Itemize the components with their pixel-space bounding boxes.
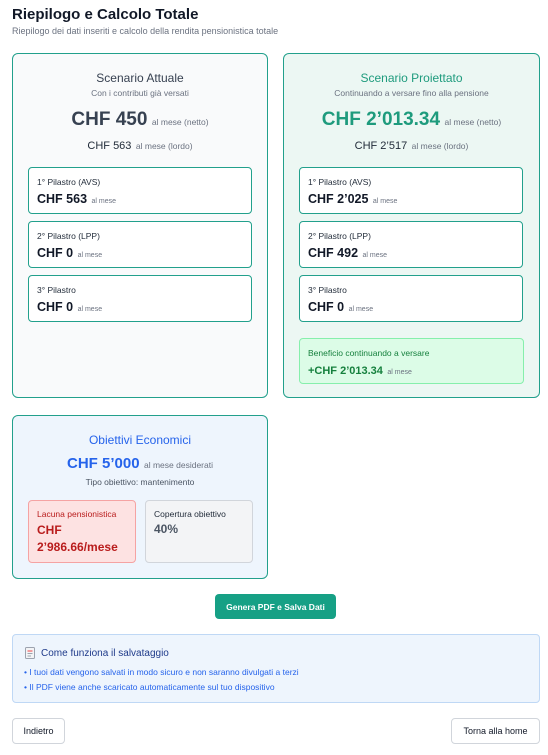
benefit-box: Beneficio continuando a versare +CHF 2’0…	[299, 338, 524, 384]
current-net-amount: CHF 450	[71, 109, 148, 130]
home-button[interactable]: Torna alla home	[451, 718, 540, 744]
pillar-unit: al mese	[77, 306, 103, 313]
save-info-line: • Il PDF viene anche scaricato automatic…	[24, 682, 275, 692]
pillar-unit: al mese	[77, 252, 103, 259]
projected-net-amount: CHF 2’013.34	[321, 109, 441, 130]
save-info-box: Come funziona il salvataggio • I tuoi da…	[12, 634, 540, 703]
current-scenario-title: Scenario Attuale	[96, 71, 184, 85]
pillar-amount: CHF 0	[37, 246, 74, 260]
economic-goals-card: Obiettivi Economici CHF 5’000 al mese de…	[12, 415, 268, 579]
pension-gap-box: Lacuna pensionistica CHF 2’986.66/mese	[28, 500, 136, 563]
pillar-unit: al mese	[372, 198, 398, 205]
current-gross-row: CHF 563 al mese (lordo)	[13, 136, 267, 154]
current-net-row: CHF 450 al mese (netto)	[13, 109, 267, 131]
benefit-amount: +CHF 2’013.34	[308, 365, 383, 377]
current-scenario-subtitle: Con i contributi già versati	[91, 88, 189, 98]
pillar-amount: CHF 492	[308, 246, 359, 260]
coverage-box: Copertura obiettivo 40%	[145, 500, 253, 563]
save-info-line: • I tuoi dati vengono salvati in modo si…	[24, 667, 299, 677]
pillar-label: 1° Pilastro (AVS)	[308, 177, 372, 187]
projected-net-row: CHF 2’013.34 al mese (netto)	[284, 109, 539, 131]
page-title: Riepilogo e Calcolo Totale	[12, 6, 199, 23]
pillar-label: 3° Pilastro	[308, 285, 347, 295]
projected-gross-amount: CHF 2’517	[354, 140, 408, 152]
current-gross-unit: al mese (lordo)	[135, 141, 193, 151]
pillar-label: 1° Pilastro (AVS)	[37, 177, 101, 187]
goals-amount-row: CHF 5’000 al mese desiderati	[13, 455, 267, 473]
pillar-unit: al mese	[362, 252, 387, 259]
projected-pillar-2: 2° Pilastro (LPP) CHF 492 al mese	[299, 221, 523, 268]
current-pillar-2: 2° Pilastro (LPP) CHF 0 al mese	[28, 221, 252, 268]
page-subtitle: Riepilogo dei dati inseriti e calcolo de…	[12, 26, 279, 36]
coverage-value: 40%	[154, 522, 179, 536]
pillar-unit: al mese	[348, 306, 374, 313]
goal-type: Tipo obiettivo: mantenimento	[85, 477, 195, 487]
projected-gross-unit: al mese (lordo)	[411, 141, 469, 151]
pillar-label: 2° Pilastro (LPP)	[308, 231, 371, 241]
coverage-label: Copertura obiettivo	[154, 509, 226, 519]
pillar-unit: al mese	[91, 198, 116, 205]
benefit-unit: al mese	[387, 369, 412, 376]
current-pillar-3: 3° Pilastro CHF 0 al mese	[28, 275, 252, 322]
goals-unit: al mese desiderati	[144, 460, 213, 470]
back-button[interactable]: Indietro	[12, 718, 65, 744]
goals-amount: CHF 5’000	[67, 455, 140, 472]
projected-gross-row: CHF 2’517 al mese (lordo)	[284, 136, 539, 154]
pillar-amount: CHF 563	[37, 192, 88, 206]
pension-gap-value: CHF 2’986.66/mese	[37, 523, 118, 554]
pension-gap-label: Lacuna pensionistica	[37, 509, 117, 519]
pillar-amount: CHF 0	[37, 300, 74, 314]
pillar-amount: CHF 0	[308, 300, 345, 314]
benefit-label: Beneficio continuando a versare	[308, 348, 430, 358]
current-gross-amount: CHF 563	[87, 140, 132, 152]
projected-pillar-1: 1° Pilastro (AVS) CHF 2’025 al mese	[299, 167, 523, 214]
projected-pillar-3: 3° Pilastro CHF 0 al mese	[299, 275, 523, 322]
save-info-title: Come funziona il salvataggio	[41, 648, 169, 659]
current-scenario-card: Scenario Attuale Con i contributi già ve…	[12, 53, 268, 398]
projected-scenario-card: Scenario Proiettato Continuando a versar…	[283, 53, 540, 398]
current-net-unit: al mese (netto)	[151, 117, 209, 127]
current-pillar-1: 1° Pilastro (AVS) CHF 563 al mese	[28, 167, 252, 214]
document-icon	[25, 647, 35, 659]
goals-title: Obiettivi Economici	[88, 433, 192, 447]
projected-net-unit: al mese (netto)	[444, 117, 502, 127]
pillar-label: 2° Pilastro (LPP)	[37, 231, 100, 241]
projected-scenario-subtitle: Continuando a versare fino alla pensione	[334, 88, 489, 98]
pillar-amount: CHF 2’025	[308, 192, 369, 206]
projected-scenario-title: Scenario Proiettato	[360, 71, 463, 85]
pillar-label: 3° Pilastro	[37, 285, 76, 295]
generate-pdf-button[interactable]: Genera PDF e Salva Dati	[215, 594, 336, 619]
